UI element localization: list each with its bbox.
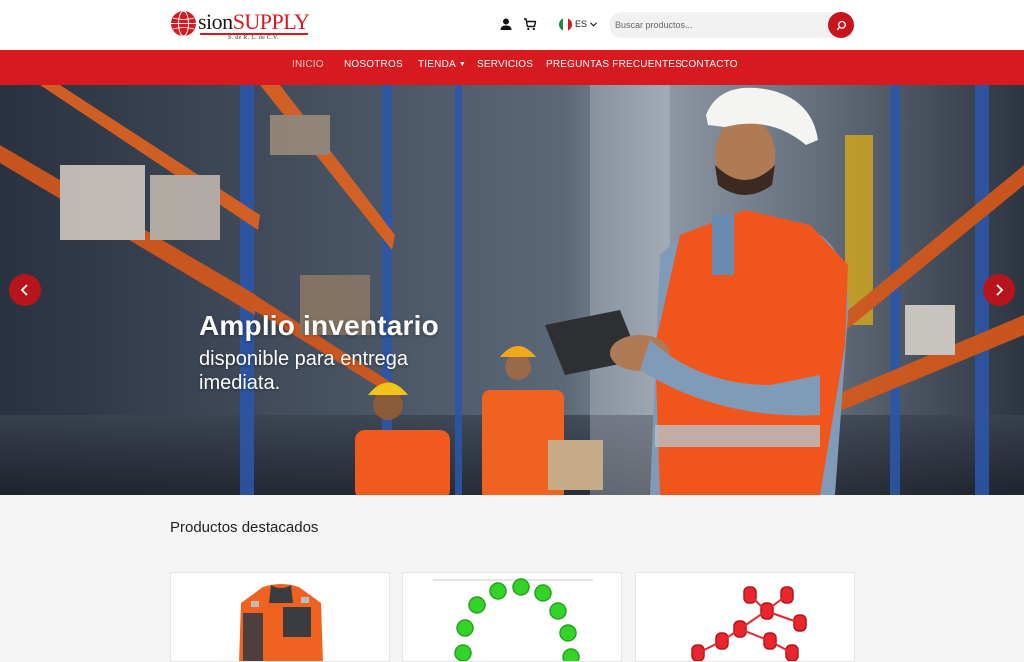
globe-logo-icon xyxy=(171,10,196,37)
search-bar xyxy=(609,12,854,38)
mexico-flag-icon xyxy=(559,17,572,31)
chevron-down-icon xyxy=(590,21,597,27)
nav-tienda[interactable]: TIENDA ▼ xyxy=(418,50,466,85)
search-input[interactable] xyxy=(609,12,824,38)
nav-contacto[interactable]: CONTACTO xyxy=(681,50,738,85)
main-nav: INICIO NOSOTROS TIENDA ▼ SERVICIOS PREGUN… xyxy=(0,50,1024,85)
logo-subtitle: S. de R. L. de C.V. xyxy=(228,35,279,41)
nav-servicios[interactable]: SERVICIOS xyxy=(477,50,533,85)
user-icon[interactable] xyxy=(499,17,513,31)
nav-preguntas-frecuentes[interactable]: PREGUNTAS FRECUENTES xyxy=(546,50,682,85)
featured-products-title: Productos destacados xyxy=(170,519,319,536)
search-icon xyxy=(836,20,846,30)
product-card[interactable] xyxy=(402,572,622,662)
logo-wordmark: sionSUPPLY xyxy=(198,9,310,34)
orange-safety-jacket-image xyxy=(239,584,323,661)
nav-tienda-label: TIENDA xyxy=(418,59,456,70)
nav-inicio[interactable]: INICIO xyxy=(292,50,324,85)
slider-prev-button[interactable] xyxy=(9,274,41,306)
product-card[interactable] xyxy=(635,572,855,662)
cart-icon[interactable] xyxy=(523,17,537,31)
hero-slider: Amplio inventario disponible para entreg… xyxy=(0,85,1024,495)
search-button[interactable] xyxy=(828,12,854,38)
chevron-left-icon xyxy=(20,284,28,296)
sion-supply-logo[interactable]: sionSUPPLY S. de R. L. de C.V. xyxy=(170,10,310,42)
slider-next-button[interactable] xyxy=(983,274,1015,306)
nav-nosotros[interactable]: NOSOTROS xyxy=(344,50,403,85)
green-plastic-caps-image xyxy=(433,578,593,661)
chevron-right-icon xyxy=(996,284,1004,296)
red-plastic-caps-image xyxy=(691,586,807,661)
product-card[interactable] xyxy=(170,572,390,662)
hero-warehouse-image xyxy=(0,85,1024,495)
hero-subtitle: disponible para entrega imediata. xyxy=(199,348,409,394)
language-selector[interactable]: ES xyxy=(559,17,597,31)
hero-title: Amplio inventario xyxy=(199,310,439,341)
top-header: sionSUPPLY S. de R. L. de C.V. ES xyxy=(0,0,1024,50)
chevron-down-icon: ▼ xyxy=(458,61,467,68)
language-code: ES xyxy=(575,19,588,29)
